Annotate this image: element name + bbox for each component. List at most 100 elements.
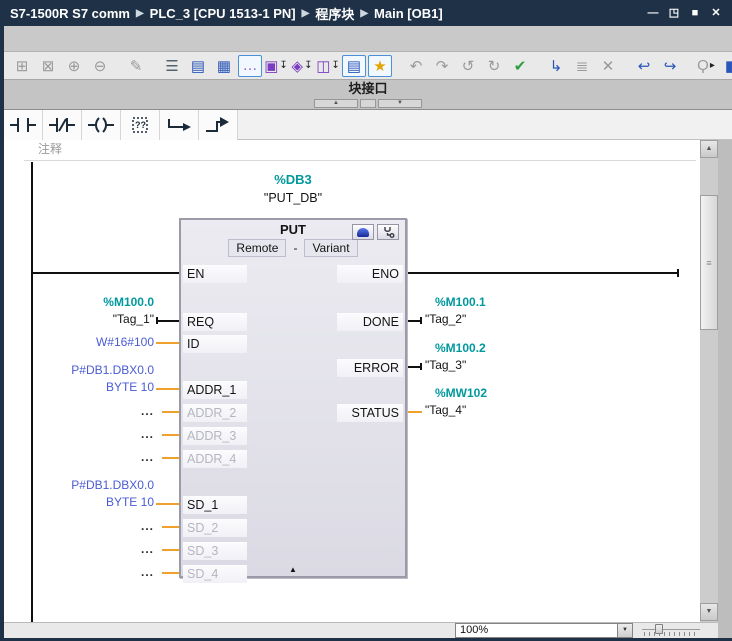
update-block-calls-icon[interactable]: ↺ bbox=[456, 55, 480, 77]
wire-addr4 bbox=[162, 457, 179, 459]
operand-done-tag[interactable]: "Tag_2" bbox=[425, 311, 585, 328]
navigate-back-icon[interactable]: ↩ bbox=[632, 55, 656, 77]
db-address[interactable]: %DB3 bbox=[179, 172, 407, 187]
ladder-editor-canvas[interactable]: 注释 %DB3 "PUT_DB" PUT bbox=[4, 140, 700, 622]
previous-error-icon[interactable]: ↶ bbox=[404, 55, 428, 77]
operand-addr2-empty[interactable]: ... bbox=[12, 403, 154, 420]
reset-start-values-icon[interactable]: ✎ bbox=[124, 55, 148, 77]
interface-splitter: ▲ ▼ bbox=[4, 97, 732, 110]
delete-network-icon[interactable]: ⊠ bbox=[36, 55, 60, 77]
operand-req[interactable]: %M100.0 "Tag_1" bbox=[12, 294, 154, 328]
delete-row-icon[interactable]: ⊖ bbox=[88, 55, 112, 77]
network-divider bbox=[24, 160, 696, 161]
operand-sd3-empty[interactable]: ... bbox=[12, 541, 154, 558]
wire-addr2 bbox=[162, 411, 179, 413]
breadcrumb-plc[interactable]: PLC_3 [CPU 1513-1 PN] bbox=[150, 6, 296, 21]
coil-button[interactable] bbox=[82, 110, 121, 140]
find-replace-icon[interactable]: Ϙ▸ bbox=[694, 55, 718, 77]
operand-req-address[interactable]: %M100.0 bbox=[12, 294, 154, 311]
operand-addr4-empty[interactable]: ... bbox=[12, 449, 154, 466]
zoom-slider-thumb[interactable] bbox=[655, 624, 663, 634]
operand-status-address[interactable]: %MW102 bbox=[425, 385, 585, 402]
favorites-toggle-icon[interactable]: ★ bbox=[368, 55, 392, 77]
operand-addr1-pointer[interactable]: P#DB1.DBX0.0 bbox=[12, 362, 154, 379]
ladder-toolbar: ?? bbox=[4, 110, 732, 140]
operand-error-tag[interactable]: "Tag_3" bbox=[425, 357, 585, 374]
symbolic-operands-icon[interactable]: ▦ bbox=[212, 55, 236, 77]
go-to-definition-icon[interactable]: ↳ bbox=[544, 55, 568, 77]
vertical-scrollbar[interactable]: ▲ ≡ ▼ bbox=[700, 140, 718, 622]
operand-error-address[interactable]: %M100.2 bbox=[425, 340, 585, 357]
remote-dropdown[interactable]: Remote bbox=[228, 239, 286, 257]
insert-comment-icon[interactable]: ◈↧ bbox=[290, 55, 314, 77]
close-icon[interactable]: ✕ bbox=[708, 6, 724, 21]
absolute-operands-icon[interactable]: ▤ bbox=[186, 55, 210, 77]
empty-box-button[interactable]: ?? bbox=[121, 110, 160, 140]
open-branch-button[interactable] bbox=[160, 110, 199, 140]
menu-strip bbox=[0, 26, 732, 52]
network-comments-toggle-icon[interactable]: … bbox=[238, 55, 262, 77]
operand-sd1[interactable]: P#DB1.DBX0.0 BYTE 10 bbox=[12, 477, 154, 511]
zoom-value: 100% bbox=[460, 624, 488, 636]
wire-status bbox=[407, 411, 422, 413]
operand-req-tag[interactable]: "Tag_1" bbox=[12, 311, 154, 328]
breadcrumb-main-ob1[interactable]: Main [OB1] bbox=[374, 6, 443, 21]
chevron-down-icon[interactable]: ▼ bbox=[617, 624, 632, 637]
operand-sd4-empty[interactable]: ... bbox=[12, 564, 154, 581]
wire-addr1 bbox=[156, 388, 179, 390]
insert-network-icon[interactable]: ⊞ bbox=[10, 55, 34, 77]
network-comment-placeholder[interactable]: 注释 bbox=[38, 140, 62, 157]
insert-operand-icon[interactable]: ◫↧ bbox=[316, 55, 340, 77]
diagnostics-icon[interactable] bbox=[377, 224, 399, 240]
minimize-icon[interactable]: — bbox=[645, 6, 661, 21]
insert-row-icon[interactable]: ⊕ bbox=[62, 55, 86, 77]
breadcrumb-program-blocks[interactable]: 程序块 bbox=[315, 4, 354, 23]
network-sequence-icon[interactable]: ☰ bbox=[160, 55, 184, 77]
operand-id-constant[interactable]: W#16#100 bbox=[12, 334, 154, 351]
collapse-block-icon[interactable]: ▲ bbox=[289, 566, 297, 574]
navigate-forward-icon[interactable]: ↪ bbox=[658, 55, 682, 77]
wire-sd1 bbox=[156, 503, 179, 505]
operand-addr1[interactable]: P#DB1.DBX0.0 BYTE 10 bbox=[12, 362, 154, 396]
assignment-list-icon[interactable]: ✕ bbox=[596, 55, 620, 77]
splitter-up-icon[interactable]: ▲ bbox=[314, 99, 358, 108]
operand-sd2-empty[interactable]: ... bbox=[12, 518, 154, 535]
zoom-combobox[interactable]: 100% ▼ bbox=[455, 623, 633, 638]
operand-status-tag[interactable]: "Tag_4" bbox=[425, 402, 585, 419]
operand-representation-toggle-icon[interactable]: ▤ bbox=[342, 55, 366, 77]
splitter-down-icon[interactable]: ▼ bbox=[378, 99, 422, 108]
insert-box-icon[interactable]: ▣↧ bbox=[264, 55, 288, 77]
call-structure-icon[interactable]: ≣ bbox=[570, 55, 594, 77]
pin-id: ID bbox=[183, 335, 247, 353]
compile-check-icon[interactable]: ✔ bbox=[508, 55, 532, 77]
operand-sd1-pointer[interactable]: P#DB1.DBX0.0 bbox=[12, 477, 154, 494]
next-error-icon[interactable]: ↷ bbox=[430, 55, 454, 77]
editor-layout-icon[interactable]: ◧ bbox=[720, 55, 732, 77]
operand-error[interactable]: %M100.2 "Tag_3" bbox=[425, 340, 585, 374]
maximize-icon[interactable]: ■ bbox=[687, 6, 703, 21]
contact-closed-button[interactable] bbox=[43, 110, 82, 140]
operand-addr3-empty[interactable]: ... bbox=[12, 426, 154, 443]
zoom-slider[interactable] bbox=[642, 623, 700, 637]
db-name[interactable]: "PUT_DB" bbox=[179, 191, 407, 205]
close-branch-button[interactable] bbox=[199, 110, 238, 140]
operand-status[interactable]: %MW102 "Tag_4" bbox=[425, 385, 585, 419]
contact-open-button[interactable] bbox=[4, 110, 43, 140]
put-block[interactable]: PUT Remote - Variant EN REQ ID ADDR_1 AD… bbox=[179, 218, 407, 578]
restore-icon[interactable]: ◳ bbox=[666, 6, 682, 21]
pin-sd3: SD_3 bbox=[183, 542, 247, 560]
breadcrumb-project[interactable]: S7-1500R S7 comm bbox=[10, 6, 130, 21]
operand-done-address[interactable]: %M100.1 bbox=[425, 294, 585, 311]
variant-dropdown[interactable]: Variant bbox=[304, 239, 357, 257]
refresh-consistency-icon[interactable]: ↻ bbox=[482, 55, 506, 77]
scroll-down-icon[interactable]: ▼ bbox=[700, 603, 718, 621]
scrollbar-thumb[interactable]: ≡ bbox=[700, 195, 718, 330]
operand-done[interactable]: %M100.1 "Tag_2" bbox=[425, 294, 585, 328]
splitter-handle[interactable] bbox=[360, 99, 376, 108]
wire-en bbox=[33, 272, 179, 274]
change-instance-icon[interactable] bbox=[352, 224, 374, 240]
scroll-up-icon[interactable]: ▲ bbox=[700, 140, 718, 158]
operand-addr1-length[interactable]: BYTE 10 bbox=[12, 379, 154, 396]
wire-id bbox=[156, 342, 179, 344]
operand-sd1-length[interactable]: BYTE 10 bbox=[12, 494, 154, 511]
